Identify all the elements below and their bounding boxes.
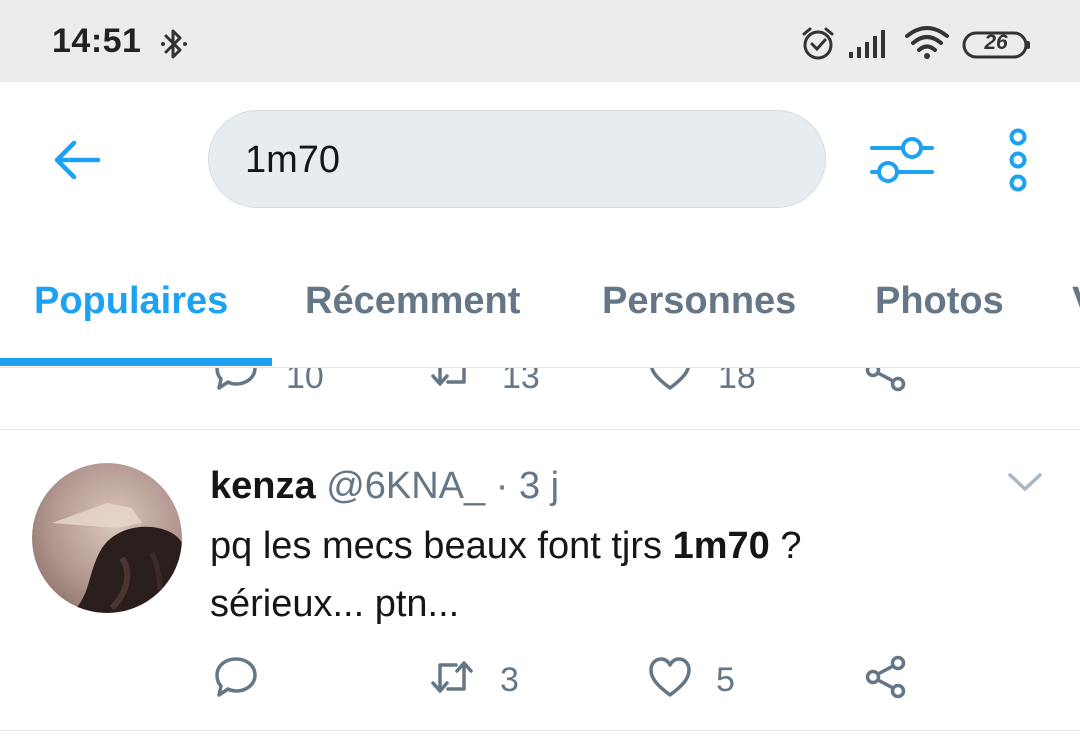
alarm-icon: [802, 27, 834, 60]
status-bar: 14:51 26: [0, 0, 1080, 82]
tweet-text-part: ?: [769, 525, 802, 567]
avatar[interactable]: [32, 463, 182, 613]
tab-populaires[interactable]: Populaires: [34, 280, 228, 323]
reply-count: 10: [286, 368, 324, 396]
reply-icon[interactable]: [214, 368, 258, 392]
tweet-text-part: pq les mecs beaux font tjrs: [210, 525, 673, 567]
tweet-card[interactable]: kenza @6KNA_ · 3 j pq les mecs beaux fon…: [0, 431, 1080, 731]
like-count: 5: [716, 661, 735, 699]
chevron-down-icon[interactable]: [1006, 469, 1044, 495]
arrow-left-icon[interactable]: [52, 138, 102, 182]
tweet-text: pq les mecs beaux font tjrs 1m70 ? série…: [210, 517, 1030, 633]
more-vertical-icon[interactable]: [1000, 128, 1036, 192]
tweet-text-line2: sérieux... ptn...: [210, 583, 460, 625]
tab-personnes[interactable]: Personnes: [602, 280, 796, 323]
status-time: 14:51: [52, 22, 142, 60]
tweet-text-highlight: 1m70: [672, 525, 770, 567]
tweet-author-handle[interactable]: @6KNA_: [326, 465, 485, 507]
share-icon[interactable]: [864, 655, 908, 699]
search-input[interactable]: 1m70: [208, 110, 826, 208]
retweet-icon[interactable]: [430, 655, 474, 699]
reply-icon[interactable]: [214, 655, 258, 699]
tab-recemment[interactable]: Récemment: [305, 280, 520, 323]
tweet-time: 3 j: [518, 465, 560, 507]
wifi-icon: [905, 26, 949, 59]
active-tab-indicator: [0, 358, 272, 366]
tweet-header: kenza @6KNA_ · 3 j: [210, 465, 559, 508]
like-count: 18: [718, 368, 756, 396]
tweet-author-name[interactable]: kenza: [210, 465, 316, 507]
search-tabs: Populaires Récemment Personnes Photos V: [0, 232, 1080, 368]
battery-level: 26: [984, 31, 1008, 54]
heart-icon[interactable]: [648, 655, 692, 699]
retweet-count: 13: [502, 368, 540, 396]
share-icon[interactable]: [864, 368, 908, 392]
bluetooth-icon: [161, 29, 187, 59]
tweet-separator: ·: [495, 465, 509, 507]
retweet-count: 3: [500, 661, 519, 699]
previous-tweet-actions: 10 13 18: [0, 368, 1080, 430]
tab-photos[interactable]: Photos: [875, 280, 1004, 323]
search-query: 1m70: [245, 139, 341, 181]
retweet-icon[interactable]: [430, 368, 474, 392]
tab-videos[interactable]: V: [1072, 280, 1080, 323]
signal-icon: [849, 30, 885, 58]
heart-icon[interactable]: [648, 368, 692, 392]
sliders-icon[interactable]: [868, 130, 934, 190]
